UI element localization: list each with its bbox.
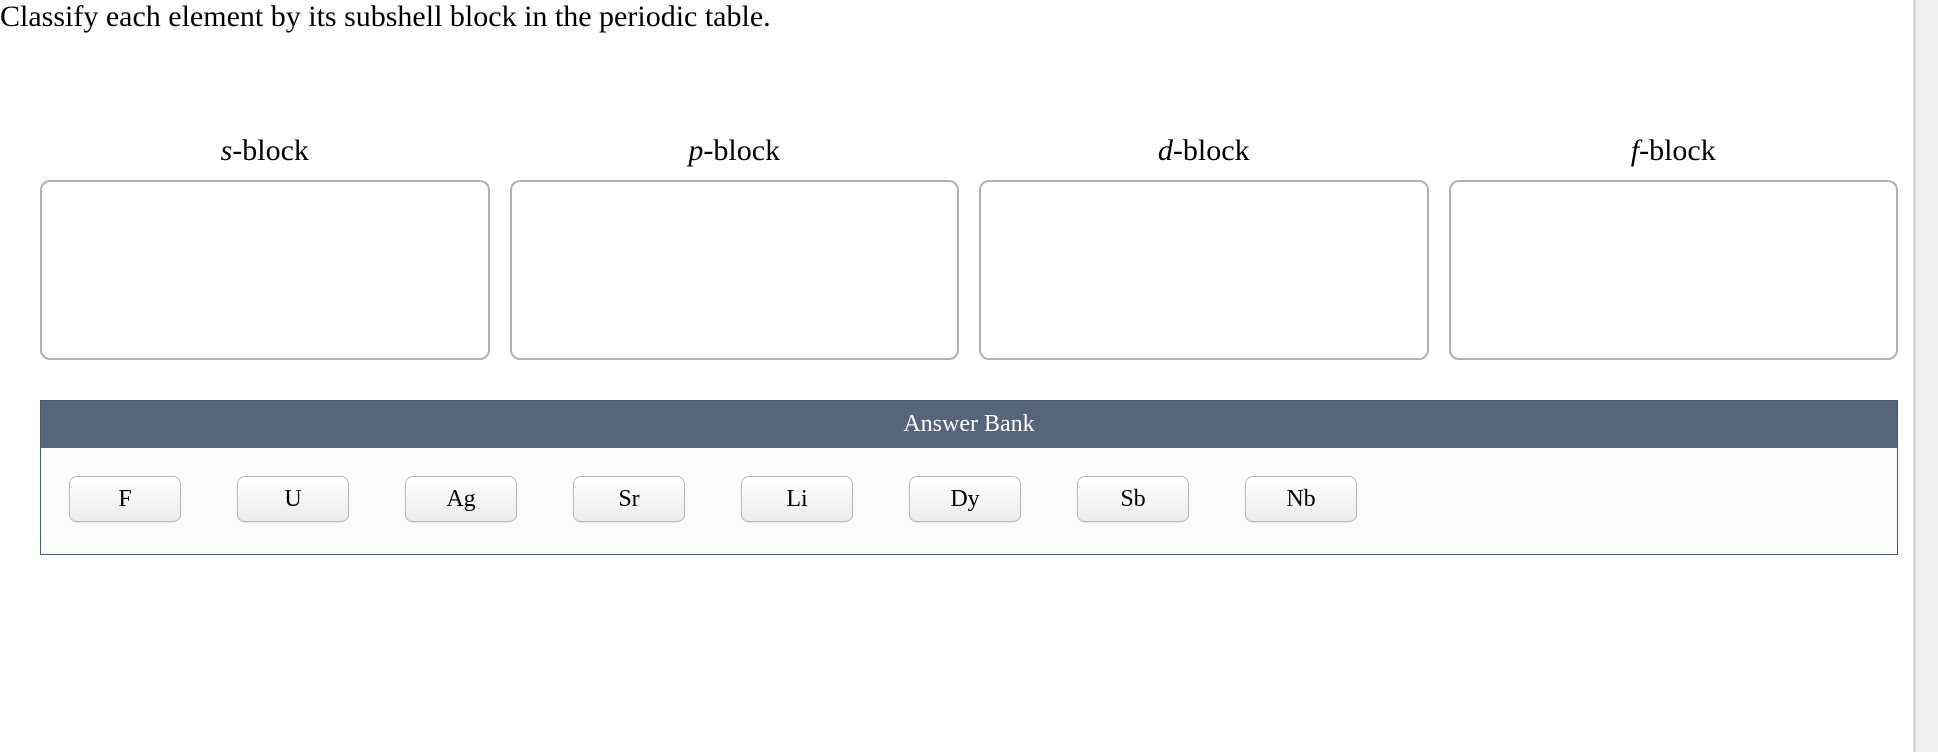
category-suffix: -block — [1173, 134, 1250, 167]
drop-zone-f-block[interactable] — [1449, 180, 1899, 360]
answer-chip-U[interactable]: U — [237, 476, 349, 522]
category-f-block: f-block — [1449, 134, 1899, 360]
categories-row: s-block p-block d-block f-block — [0, 34, 1938, 360]
answer-chip-Nb[interactable]: Nb — [1245, 476, 1357, 522]
answer-chip-F[interactable]: F — [69, 476, 181, 522]
category-p-block: p-block — [510, 134, 960, 360]
answer-chip-Dy[interactable]: Dy — [909, 476, 1021, 522]
category-prefix: f — [1631, 134, 1639, 167]
category-label-f: f-block — [1631, 134, 1716, 168]
category-suffix: -block — [232, 134, 309, 167]
category-suffix: -block — [703, 134, 780, 167]
category-label-p: p-block — [688, 134, 780, 168]
question-prompt: Classify each element by its subshell bl… — [0, 0, 1938, 34]
category-prefix: p — [688, 134, 703, 167]
drop-zone-s-block[interactable] — [40, 180, 490, 360]
category-d-block: d-block — [979, 134, 1429, 360]
answer-bank: Answer Bank F U Ag Sr Li Dy Sb Nb — [40, 400, 1898, 555]
category-suffix: -block — [1639, 134, 1716, 167]
category-label-d: d-block — [1158, 134, 1250, 168]
drop-zone-d-block[interactable] — [979, 180, 1429, 360]
category-label-s: s-block — [221, 134, 309, 168]
drop-zone-p-block[interactable] — [510, 180, 960, 360]
answer-chip-Sr[interactable]: Sr — [573, 476, 685, 522]
category-prefix: d — [1158, 134, 1173, 167]
answer-bank-title: Answer Bank — [41, 401, 1897, 448]
answer-bank-items: F U Ag Sr Li Dy Sb Nb — [41, 448, 1897, 554]
answer-chip-Sb[interactable]: Sb — [1077, 476, 1189, 522]
category-prefix: s — [221, 134, 233, 167]
scrollbar-track[interactable] — [1916, 0, 1938, 752]
category-s-block: s-block — [40, 134, 490, 360]
answer-chip-Ag[interactable]: Ag — [405, 476, 517, 522]
answer-chip-Li[interactable]: Li — [741, 476, 853, 522]
